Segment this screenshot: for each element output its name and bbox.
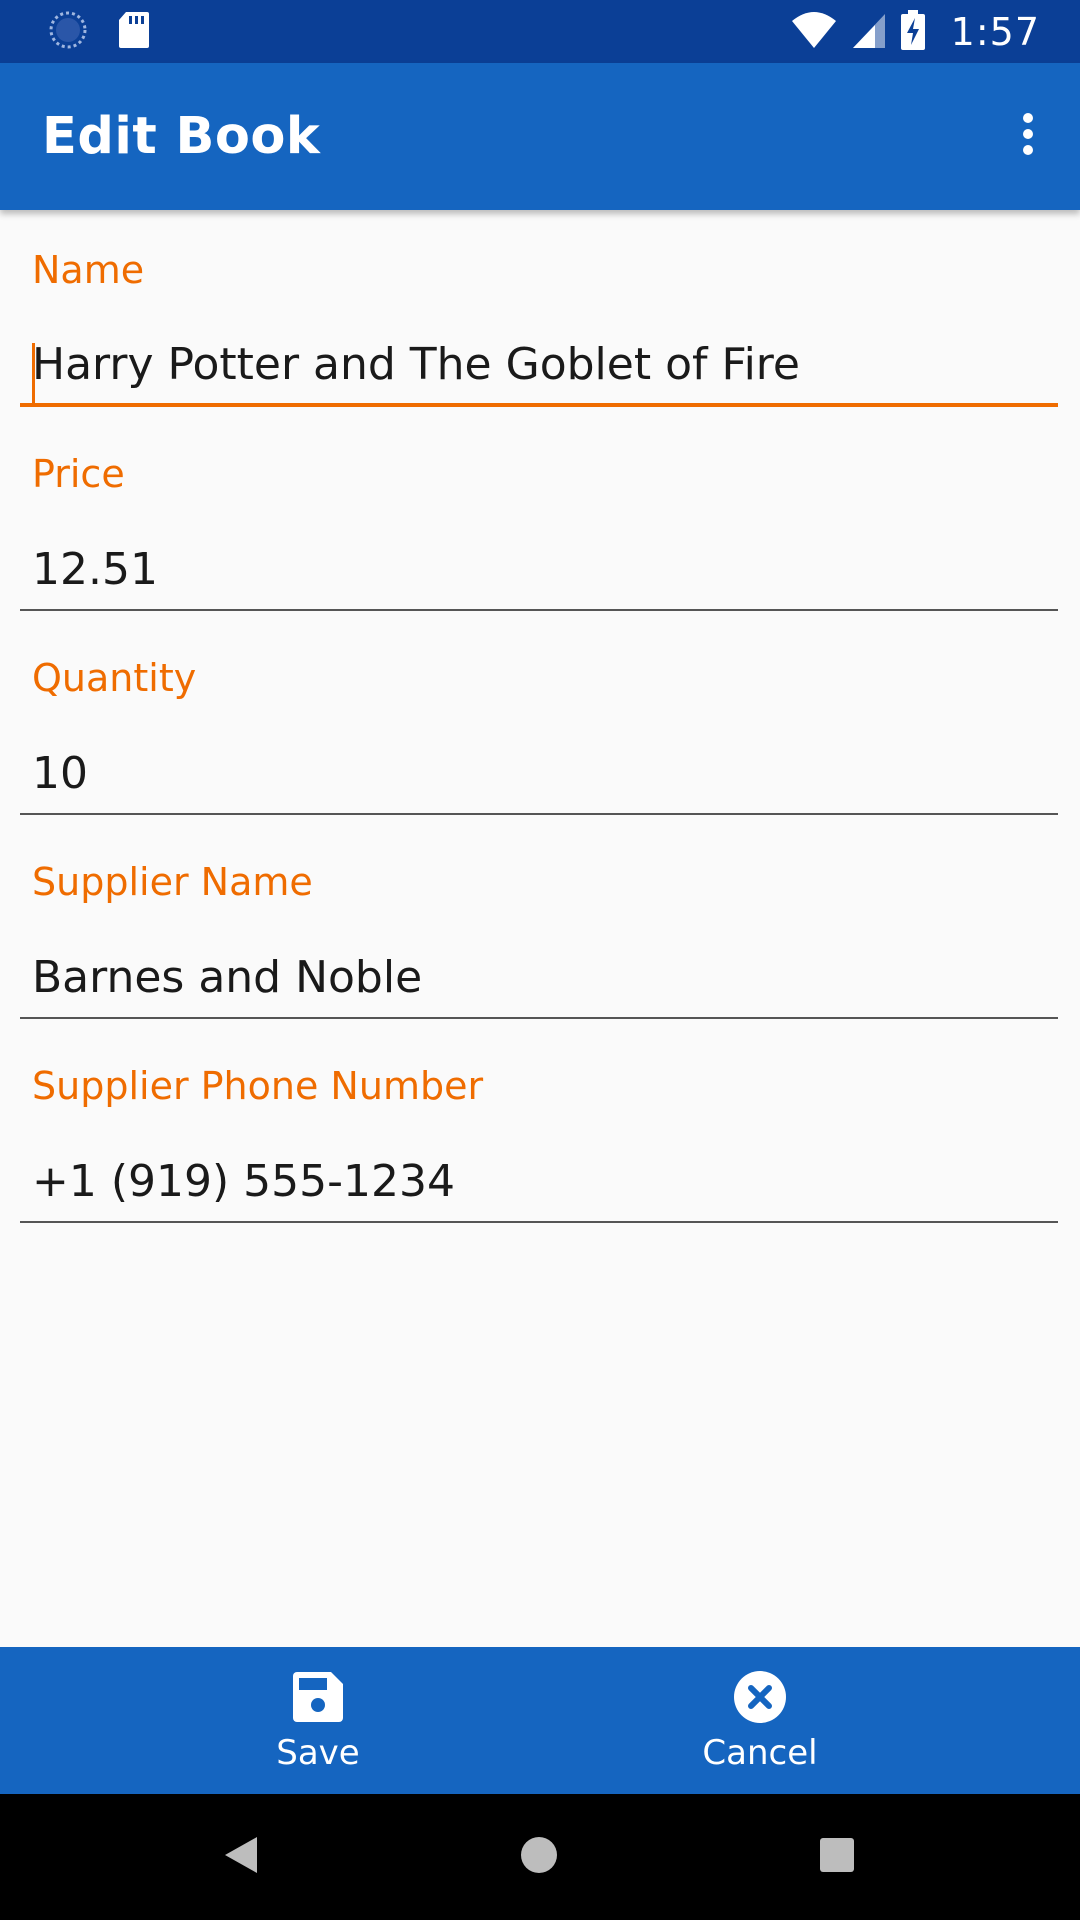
supplier-name-label: Supplier Name: [32, 860, 313, 904]
bottom-action-bar: Save Cancel: [0, 1647, 1080, 1794]
supplier-phone-label: Supplier Phone Number: [32, 1064, 484, 1108]
status-right-icons: 1:57: [791, 8, 1040, 56]
back-button[interactable]: [208, 1824, 274, 1890]
system-nav-bar: [0, 1794, 1080, 1920]
wifi-icon: [791, 11, 837, 53]
price-label: Price: [32, 452, 125, 496]
price-input[interactable]: [20, 529, 1058, 611]
app-bar: Edit Book: [0, 63, 1080, 210]
supplier-phone-input[interactable]: [20, 1141, 1058, 1223]
battery-charging-icon: [900, 10, 925, 54]
quantity-label: Quantity: [32, 656, 197, 700]
page-title: Edit Book: [42, 107, 321, 166]
text-cursor: [32, 343, 35, 403]
signal-icon: [851, 11, 887, 53]
save-label: Save: [276, 1733, 360, 1773]
supplier-name-input[interactable]: [20, 937, 1058, 1019]
name-input[interactable]: [20, 325, 1058, 407]
home-icon: [519, 1835, 559, 1879]
status-time: 1:57: [950, 10, 1040, 54]
more-vert-icon: [1020, 112, 1036, 160]
back-icon: [223, 1835, 259, 1879]
recents-button[interactable]: [804, 1824, 870, 1890]
supplier-phone-field-group: Supplier Phone Number: [0, 1026, 1080, 1230]
cancel-button[interactable]: Cancel: [610, 1647, 910, 1794]
home-button[interactable]: [506, 1824, 572, 1890]
overflow-menu-button[interactable]: [988, 93, 1068, 179]
cancel-label: Cancel: [702, 1733, 818, 1773]
cancel-icon: [733, 1669, 787, 1725]
recents-icon: [819, 1837, 855, 1877]
status-left-icons: [48, 10, 150, 54]
status-bar: 1:57: [0, 0, 1080, 63]
supplier-name-field-group: Supplier Name: [0, 822, 1080, 1026]
quantity-field-group: Quantity: [0, 618, 1080, 822]
price-field-group: Price: [0, 414, 1080, 618]
name-field-group: Name: [0, 210, 1080, 414]
name-label: Name: [32, 248, 145, 292]
sd-card-icon: [118, 11, 150, 53]
save-icon: [293, 1669, 343, 1725]
sync-icon: [48, 10, 88, 54]
save-button[interactable]: Save: [168, 1647, 468, 1794]
quantity-input[interactable]: [20, 733, 1058, 815]
